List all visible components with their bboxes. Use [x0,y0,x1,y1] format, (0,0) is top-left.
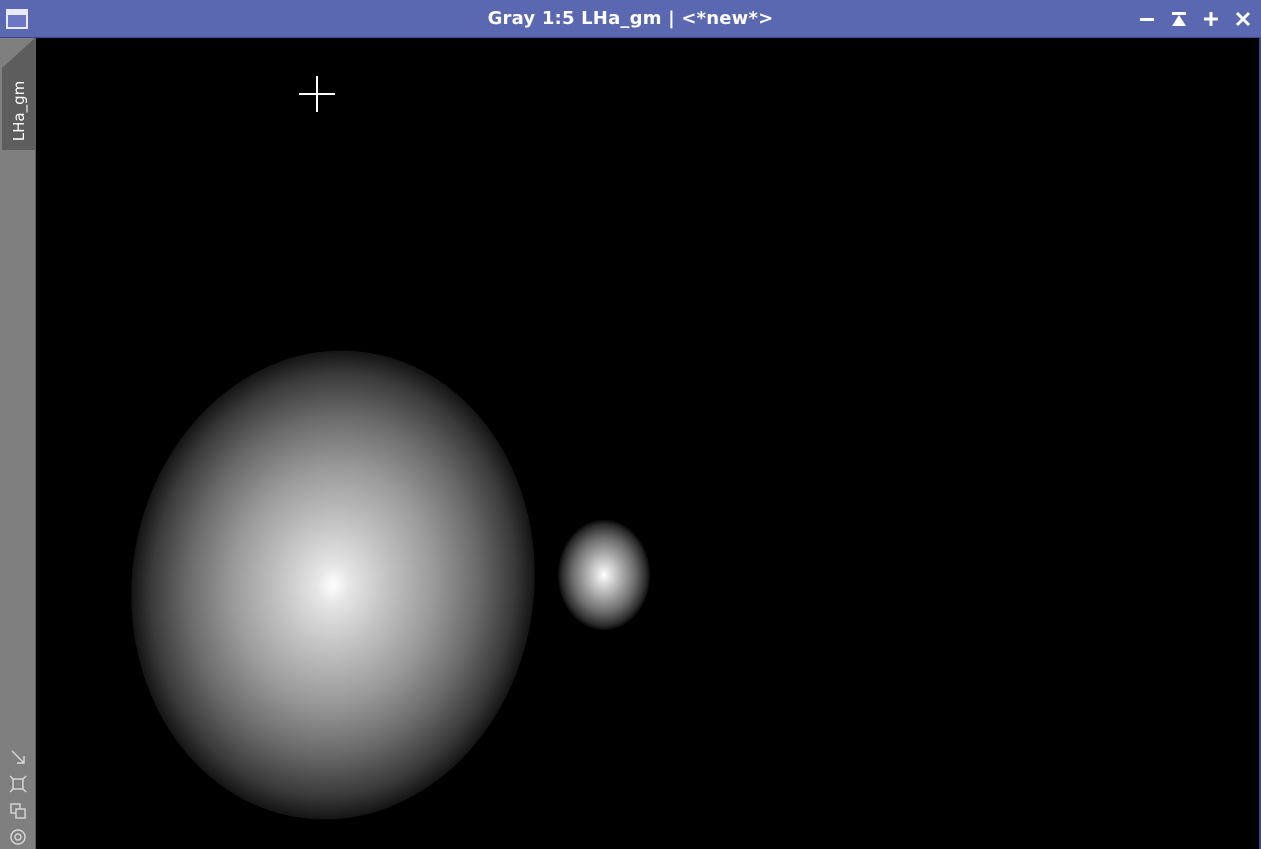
drag-arrow-icon[interactable] [9,748,27,766]
crosshair-cursor [299,76,335,112]
close-icon[interactable] [1231,7,1255,31]
title-bar[interactable]: Gray 1:5 LHa_gm | <*new*> [0,0,1261,38]
target-icon[interactable] [9,828,27,846]
frame-icon[interactable] [9,775,27,793]
shade-icon[interactable] [1167,7,1191,31]
view-tab-label: LHa_gm [9,80,28,142]
image-canvas[interactable] [36,38,1259,849]
small-gradient-blob [558,520,650,630]
window-title: Gray 1:5 LHa_gm | <*new*> [487,8,774,29]
maximize-icon[interactable] [1199,7,1223,31]
view-sidebar: LHa_gm [0,38,36,849]
minimize-icon[interactable] [1135,7,1159,31]
clone-icon[interactable] [9,802,27,820]
large-gradient-blob [101,324,565,846]
image-window: Gray 1:5 LHa_gm | <*new*> LHa_gm [0,0,1261,849]
view-tab[interactable]: LHa_gm [2,38,35,150]
